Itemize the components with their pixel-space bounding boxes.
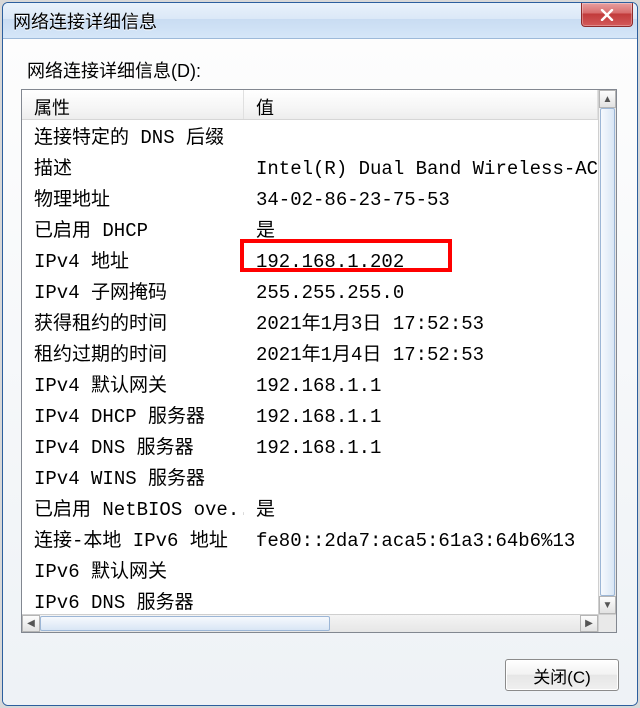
window-close-button[interactable]: [581, 3, 633, 27]
scroll-down-button[interactable]: ▼: [599, 596, 616, 614]
close-icon: [600, 9, 614, 21]
value-cell: 是: [244, 494, 598, 521]
property-cell: IPv4 DHCP 服务器: [22, 401, 244, 428]
close-button[interactable]: 关闭(C): [505, 659, 619, 691]
list-viewport: 属性 值 连接特定的 DNS 后缀描述Intel(R) Dual Band Wi…: [22, 90, 598, 614]
property-cell: IPv4 地址: [22, 246, 244, 273]
list-row[interactable]: IPv4 DNS 服务器192.168.1.1: [22, 430, 598, 461]
list-row[interactable]: 租约过期的时间2021年1月4日 17:52:53: [22, 337, 598, 368]
value-cell: fe80::2da7:aca5:61a3:64b6%13: [244, 530, 598, 552]
list-row[interactable]: 连接-本地 IPv6 地址fe80::2da7:aca5:61a3:64b6%1…: [22, 523, 598, 554]
column-header-property[interactable]: 属性: [22, 90, 244, 119]
property-cell: 描述: [22, 153, 244, 180]
list-row[interactable]: 已启用 DHCP是: [22, 213, 598, 244]
value-cell: 2021年1月4日 17:52:53: [244, 339, 598, 366]
property-cell: 连接特定的 DNS 后缀: [22, 122, 244, 149]
property-cell: 连接-本地 IPv6 地址: [22, 525, 244, 552]
property-cell: 租约过期的时间: [22, 339, 244, 366]
value-cell: 255.255.255.0: [244, 282, 598, 304]
title-bar[interactable]: 网络连接详细信息: [3, 3, 637, 39]
horizontal-scroll-thumb[interactable]: [40, 616, 330, 631]
scroll-left-button[interactable]: ◀: [22, 615, 40, 632]
value-cell: Intel(R) Dual Band Wireless-AC: [244, 158, 598, 180]
scrollbar-corner: [598, 614, 616, 632]
property-cell: 已启用 DHCP: [22, 215, 244, 242]
value-cell: 192.168.1.202: [244, 251, 598, 273]
list-row[interactable]: IPv4 子网掩码255.255.255.0: [22, 275, 598, 306]
details-list: 属性 值 连接特定的 DNS 后缀描述Intel(R) Dual Band Wi…: [21, 89, 617, 633]
list-row[interactable]: IPv4 默认网关192.168.1.1: [22, 368, 598, 399]
list-row[interactable]: 获得租约的时间2021年1月3日 17:52:53: [22, 306, 598, 337]
property-cell: 物理地址: [22, 184, 244, 211]
list-row[interactable]: 已启用 NetBIOS ove...是: [22, 492, 598, 523]
horizontal-scrollbar[interactable]: ◀ ▶: [22, 614, 598, 632]
dialog-footer: 关闭(C): [505, 659, 619, 691]
property-cell: IPv4 DNS 服务器: [22, 432, 244, 459]
value-cell: 34-02-86-23-75-53: [244, 189, 598, 211]
value-cell: 192.168.1.1: [244, 375, 598, 397]
vertical-scrollbar[interactable]: ▲ ▼: [598, 90, 616, 614]
value-cell: 192.168.1.1: [244, 406, 598, 428]
list-row[interactable]: IPv4 DHCP 服务器192.168.1.1: [22, 399, 598, 430]
property-cell: IPv6 默认网关: [22, 556, 244, 583]
vertical-scroll-thumb[interactable]: [600, 108, 615, 596]
list-row[interactable]: IPv4 地址192.168.1.202: [22, 244, 598, 275]
list-row[interactable]: IPv4 WINS 服务器: [22, 461, 598, 492]
scroll-right-button[interactable]: ▶: [580, 615, 598, 632]
value-cell: 2021年1月3日 17:52:53: [244, 308, 598, 335]
dialog-window: 网络连接详细信息 网络连接详细信息(D): 属性 值 连接特定的 DNS 后缀描…: [2, 2, 638, 706]
property-cell: IPv4 默认网关: [22, 370, 244, 397]
column-header-value[interactable]: 值: [244, 90, 598, 119]
client-area: 网络连接详细信息(D): 属性 值 连接特定的 DNS 后缀描述Intel(R)…: [3, 39, 637, 705]
list-row[interactable]: IPv6 默认网关: [22, 554, 598, 585]
list-row[interactable]: IPv6 DNS 服务器: [22, 585, 598, 614]
details-label: 网络连接详细信息(D):: [27, 57, 615, 83]
list-row[interactable]: 连接特定的 DNS 后缀: [22, 120, 598, 151]
value-cell: 是: [244, 215, 598, 242]
property-cell: IPv4 WINS 服务器: [22, 463, 244, 490]
list-row[interactable]: 描述Intel(R) Dual Band Wireless-AC: [22, 151, 598, 182]
property-cell: 获得租约的时间: [22, 308, 244, 335]
list-row[interactable]: 物理地址34-02-86-23-75-53: [22, 182, 598, 213]
property-cell: IPv6 DNS 服务器: [22, 587, 244, 614]
window-title: 网络连接详细信息: [3, 8, 157, 34]
column-header-row: 属性 值: [22, 90, 598, 120]
scroll-up-button[interactable]: ▲: [599, 90, 616, 108]
rows-container: 连接特定的 DNS 后缀描述Intel(R) Dual Band Wireles…: [22, 120, 598, 614]
property-cell: IPv4 子网掩码: [22, 277, 244, 304]
value-cell: 192.168.1.1: [244, 437, 598, 459]
property-cell: 已启用 NetBIOS ove...: [22, 494, 244, 521]
